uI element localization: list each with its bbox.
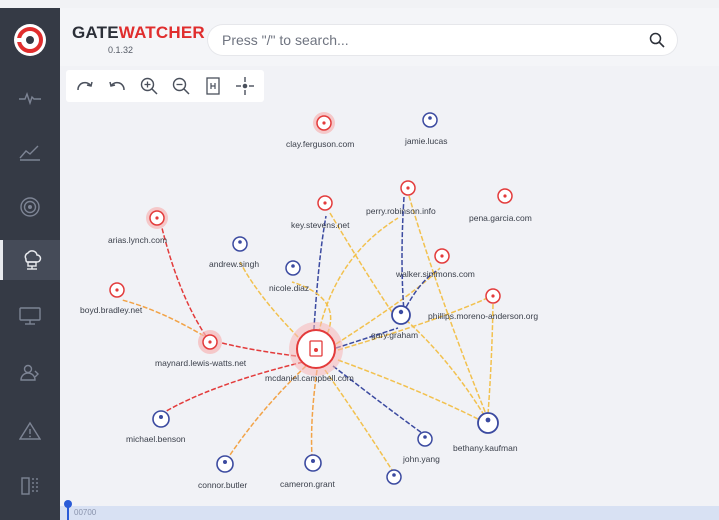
brand-name: GATEWATCHER [72, 23, 205, 43]
warning-icon [19, 421, 41, 440]
node-andrew-singh[interactable] [232, 236, 248, 252]
node-label: bethany.kaufman [453, 443, 518, 453]
node-label: phillips.moreno-anderson.org [428, 311, 539, 321]
node-jamie-lucas[interactable] [422, 112, 438, 128]
app-version: 0.1.32 [108, 45, 134, 55]
node-label: jamie.lucas [405, 136, 448, 146]
timeline-handle[interactable] [64, 500, 72, 508]
graph-edge [221, 342, 297, 357]
node-label: nicole.diaz [269, 283, 310, 293]
node-partial[interactable] [386, 469, 402, 485]
radar-icon [20, 197, 40, 217]
sidebar-item-users[interactable] [0, 353, 60, 393]
user-icon [423, 435, 427, 439]
user-icon [428, 116, 432, 120]
node-gary-graham[interactable] [391, 305, 411, 325]
domain-icon [440, 254, 444, 258]
host-icon-dot [314, 348, 318, 352]
domain-icon [491, 294, 495, 298]
node-label: john.yang [403, 454, 440, 464]
graph-canvas[interactable]: clay.ferguson.com jamie.lucas key.steven… [60, 66, 719, 506]
node-label: gary.graham [371, 330, 419, 340]
timeline-bar[interactable]: 00700 [60, 500, 719, 520]
node-label: clay.ferguson.com [286, 139, 355, 149]
node-label: perry.robinson.info [366, 206, 436, 216]
search-icon[interactable] [649, 32, 665, 48]
graph-edge [337, 359, 481, 421]
area-chart-icon [19, 145, 40, 161]
domain-icon [323, 201, 327, 205]
node-bethany-kaufman[interactable] [477, 412, 499, 434]
node-label: maynard.lewis-watts.net [155, 358, 247, 368]
user-icon [223, 460, 227, 464]
sidebar-item-split[interactable] [0, 466, 60, 506]
brand-part-gate: GATE [72, 23, 119, 42]
graph-edge [161, 227, 211, 343]
user-icon [485, 417, 491, 423]
node-label: cameron.grant [280, 479, 335, 489]
search-input[interactable] [220, 31, 624, 49]
gatewatcher-logo-icon[interactable] [14, 24, 46, 56]
brand-part-watcher: WATCHER [118, 23, 205, 42]
domain-icon [406, 186, 410, 190]
users-icon [20, 364, 39, 381]
split-view-icon [21, 477, 38, 495]
graph-edge [162, 361, 304, 414]
node-label: key.stevens.net [291, 220, 350, 230]
domain-icon [208, 340, 212, 344]
header: GATEWATCHER 0.1.32 [60, 8, 719, 66]
cloud-network-icon [24, 250, 41, 270]
user-icon [291, 264, 295, 268]
graph-edge [337, 295, 493, 351]
search-bar [208, 25, 677, 55]
window-top-strip [0, 0, 719, 8]
sidebar-item-network[interactable] [0, 240, 60, 280]
node-label: walker.simmons.com [396, 269, 475, 279]
user-icon [392, 473, 396, 477]
domain-icon [503, 194, 507, 198]
node-label: michael.benson [126, 434, 186, 444]
node-label: connor.butler [198, 480, 248, 490]
user-icon [159, 415, 163, 419]
node-nicole-diaz[interactable] [285, 260, 301, 276]
sidebar-item-activity[interactable] [0, 78, 60, 118]
domain-icon [155, 216, 159, 220]
sidebar-item-alerts[interactable] [0, 411, 60, 451]
node-label: boyd.bradley.net [80, 305, 143, 315]
graph-edge [310, 369, 318, 458]
sidebar-item-devices[interactable] [0, 296, 60, 336]
timeline-label: 00700 [74, 508, 97, 517]
graph-node-group [109, 112, 513, 376]
domain-icon [115, 288, 119, 292]
sidebar [0, 8, 60, 520]
node-label: andrew.singh [209, 259, 260, 269]
node-john-yang[interactable] [417, 431, 433, 447]
user-icon [238, 240, 242, 244]
domain-icon [322, 121, 326, 125]
pulse-icon [19, 91, 41, 106]
user-icon [311, 459, 315, 463]
monitor-icon [19, 307, 41, 325]
node-label: arias.lynch.com [108, 235, 168, 245]
node-label: mcdaniel.campbell.com [265, 373, 354, 383]
sidebar-item-radar[interactable] [0, 187, 60, 227]
node-label: pena.garcia.com [469, 213, 532, 223]
graph-edge [408, 195, 487, 415]
user-icon [398, 309, 404, 315]
sidebar-item-statistics[interactable] [0, 132, 60, 172]
